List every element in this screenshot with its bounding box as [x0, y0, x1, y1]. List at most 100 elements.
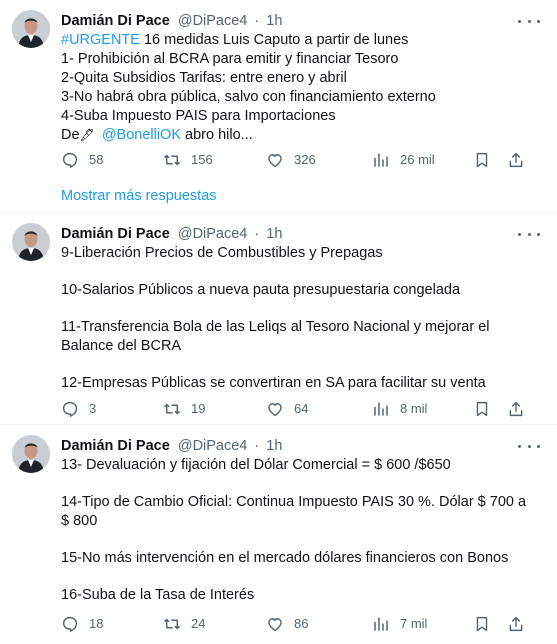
- retweet-button[interactable]: 156: [163, 150, 213, 170]
- more-options-button[interactable]: [518, 12, 540, 30]
- share-button[interactable]: [507, 399, 525, 419]
- tweet[interactable]: Damián Di Pace @DiPace4 · 1h #URGENTE 16…: [0, 0, 557, 204]
- retweet-count: 24: [191, 616, 206, 631]
- reply-icon: [62, 401, 78, 417]
- tweet[interactable]: Damián Di Pace @DiPace4 · 1h 9-Liberació…: [0, 212, 557, 424]
- more-options-button[interactable]: [518, 437, 540, 455]
- reply-button[interactable]: 58: [61, 150, 103, 170]
- tweet-line: 1- Prohibición al BCRA para emitir y fin…: [61, 51, 399, 67]
- share-button[interactable]: [507, 614, 525, 634]
- author-name[interactable]: Damián Di Pace: [61, 438, 170, 454]
- separator-dot: ·: [254, 438, 260, 454]
- bookmark-button[interactable]: [473, 614, 491, 634]
- tweet-line: De🖋 @BonelliOK abro hilo...: [61, 126, 531, 145]
- more-icon: [518, 444, 521, 448]
- views-button[interactable]: 7 mil: [372, 614, 427, 634]
- tweet-actions: 3 19 64 8 mil: [61, 399, 531, 419]
- tweet-line-text: abro hilo...: [181, 127, 253, 143]
- reply-icon: [62, 152, 78, 168]
- tweet-header: Damián Di Pace @DiPace4 · 1h: [61, 224, 509, 244]
- pen-icon: 🖋: [79, 128, 95, 142]
- avatar-image: [12, 223, 50, 261]
- tweet-text: 13- Devaluación y fijación del Dólar Com…: [61, 456, 531, 605]
- tweet-line-text: De: [61, 127, 80, 143]
- author-handle[interactable]: @DiPace4: [178, 13, 248, 29]
- views-button[interactable]: 8 mil: [372, 399, 427, 419]
- views-count: 7 mil: [400, 616, 428, 631]
- tweet-header: Damián Di Pace @DiPace4 · 1h: [61, 11, 509, 31]
- separator-dot: ·: [254, 226, 260, 242]
- bookmark-button[interactable]: [473, 399, 491, 419]
- more-icon-dot: [537, 232, 540, 236]
- like-button[interactable]: 326: [266, 150, 316, 170]
- like-count: 64: [294, 401, 309, 416]
- more-icon: [518, 19, 521, 23]
- tweet-time[interactable]: 1h: [266, 13, 282, 29]
- like-button[interactable]: 64: [266, 399, 308, 419]
- tweet-line: 4-Suba Impuesto PAIS para Importaciones: [61, 108, 336, 124]
- share-icon: [509, 616, 523, 632]
- more-icon-dot: [527, 444, 531, 448]
- more-icon-dot: [527, 232, 531, 236]
- tweet-line: #URGENTE 16 medidas Luis Caputo a partir…: [61, 31, 531, 50]
- reply-icon: [62, 616, 78, 632]
- tweet-time[interactable]: 1h: [266, 438, 282, 454]
- share-button[interactable]: [507, 150, 525, 170]
- tweet-paragraph: 11-Transferencia Bola de las Leliqs al T…: [61, 319, 490, 354]
- share-icon: [509, 401, 523, 417]
- reply-count: 58: [89, 152, 104, 167]
- views-button[interactable]: 26 mil: [372, 150, 435, 170]
- tweet-feed: Damián Di Pace @DiPace4 · 1h #URGENTE 16…: [0, 0, 557, 644]
- tweet-line: 2-Quita Subsidios Tarifas: entre enero y…: [61, 70, 347, 86]
- tweet-paragraph: 9-Liberación Precios de Combustibles y P…: [61, 245, 383, 261]
- tweet-header: Damián Di Pace @DiPace4 · 1h: [61, 436, 509, 456]
- like-count: 326: [294, 152, 316, 167]
- author-name[interactable]: Damián Di Pace: [61, 13, 170, 29]
- tweet-time[interactable]: 1h: [266, 226, 282, 242]
- views-count: 26 mil: [400, 152, 435, 167]
- views-icon: [374, 402, 388, 416]
- tweet-paragraph: 15-No más intervención en el mercado dól…: [61, 550, 509, 566]
- tweet[interactable]: Damián Di Pace @DiPace4 · 1h 13- Devalua…: [0, 424, 557, 644]
- author-handle[interactable]: @DiPace4: [178, 438, 248, 454]
- more-icon-dot: [527, 19, 531, 23]
- views-icon: [374, 617, 388, 631]
- retweet-icon: [164, 154, 180, 166]
- tweet-text: 9-Liberación Precios de Combustibles y P…: [61, 244, 531, 393]
- avatar[interactable]: [12, 435, 50, 473]
- avatar-image: [12, 10, 50, 48]
- retweet-button[interactable]: 19: [163, 399, 205, 419]
- like-icon: [268, 618, 282, 632]
- avatar[interactable]: [12, 223, 50, 261]
- separator-dot: ·: [254, 13, 260, 29]
- like-button[interactable]: 86: [266, 614, 308, 634]
- retweet-count: 19: [191, 401, 206, 416]
- show-more-replies-link[interactable]: Mostrar más respuestas: [61, 186, 217, 206]
- more-options-button[interactable]: [518, 225, 540, 243]
- tweet-paragraph: 14-Tipo de Cambio Oficial: Continua Impu…: [61, 494, 527, 529]
- mention-link[interactable]: @BonelliOK: [102, 127, 181, 143]
- retweet-icon: [164, 403, 180, 415]
- author-name[interactable]: Damián Di Pace: [61, 226, 170, 242]
- avatar-image: [12, 435, 50, 473]
- avatar[interactable]: [12, 10, 50, 48]
- reply-button[interactable]: 18: [61, 614, 103, 634]
- like-icon: [268, 403, 282, 417]
- reply-button[interactable]: 3: [61, 399, 96, 419]
- author-handle[interactable]: @DiPace4: [178, 226, 248, 242]
- hashtag-link[interactable]: #URGENTE: [61, 32, 140, 48]
- views-icon: [374, 153, 388, 167]
- tweet-paragraph: 16-Suba de la Tasa de Interés: [61, 587, 255, 603]
- tweet-line: 3-No habrá obra pública, salvo con finan…: [61, 89, 436, 105]
- tweet-line-text: 16 medidas Luis Caputo a partir de lunes: [139, 32, 409, 48]
- bookmark-button[interactable]: [473, 150, 491, 170]
- tweet-actions: 18 24 86 7 mil: [61, 614, 531, 634]
- like-count: 86: [294, 616, 309, 631]
- bookmark-icon: [476, 401, 488, 417]
- reply-count: 18: [89, 616, 104, 631]
- retweet-button[interactable]: 24: [163, 614, 205, 634]
